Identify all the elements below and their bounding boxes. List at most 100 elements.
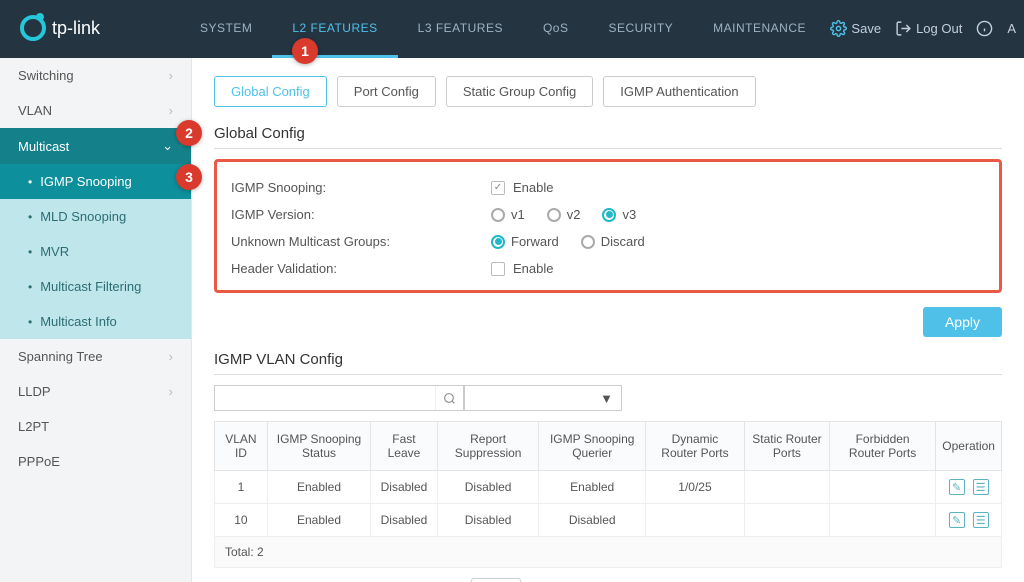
sidebar-item-label: Spanning Tree bbox=[18, 349, 103, 364]
sidebar-item-spanning[interactable]: Spanning Tree › bbox=[0, 339, 191, 374]
radio-v2[interactable]: v2 bbox=[547, 207, 581, 222]
search-input[interactable] bbox=[215, 386, 435, 410]
radio-forward[interactable]: Forward bbox=[491, 234, 559, 249]
table-cell: Disabled bbox=[539, 504, 646, 537]
sidebar-item-l2pt[interactable]: L2PT bbox=[0, 409, 191, 444]
radio-v1[interactable]: v1 bbox=[491, 207, 525, 222]
gear-icon bbox=[830, 20, 847, 37]
logo-text: tp-link bbox=[52, 18, 100, 39]
edit-icon[interactable]: ✎ bbox=[949, 479, 965, 495]
info-icon[interactable] bbox=[976, 20, 993, 37]
table-header: Forbidden Router Ports bbox=[829, 422, 935, 471]
table-cell: 1 bbox=[215, 471, 268, 504]
global-config-form: IGMP Snooping: ✓ Enable IGMP Version: v1… bbox=[214, 159, 1002, 293]
label-igmp-snooping: IGMP Snooping: bbox=[231, 180, 491, 195]
logout-button[interactable]: Log Out bbox=[895, 20, 962, 37]
sidebar-item-multicast[interactable]: Multicast ⌄ bbox=[0, 128, 191, 164]
table-cell bbox=[744, 471, 829, 504]
sidebar-item-pppoe[interactable]: PPPoE bbox=[0, 444, 191, 479]
nav-l3[interactable]: L3 FEATURES bbox=[398, 0, 523, 56]
table-header: IGMP Snooping Status bbox=[267, 422, 370, 471]
table-cell: Enabled bbox=[539, 471, 646, 504]
chevron-right-icon: › bbox=[169, 68, 173, 83]
tab-port-config[interactable]: Port Config bbox=[337, 76, 436, 107]
chevron-right-icon: › bbox=[169, 349, 173, 364]
table-cell: Disabled bbox=[371, 471, 438, 504]
search-icon bbox=[443, 392, 456, 405]
sidebar-sub-mld-snooping[interactable]: MLD Snooping bbox=[0, 199, 191, 234]
table-header: Report Suppression bbox=[437, 422, 539, 471]
chevron-right-icon: › bbox=[169, 384, 173, 399]
table-total: Total: 2 bbox=[215, 537, 1002, 568]
table-cell: ✎☰ bbox=[936, 471, 1002, 504]
table-cell: Disabled bbox=[437, 471, 539, 504]
table-cell bbox=[645, 504, 744, 537]
section-vlan-config: IGMP VLAN Config bbox=[214, 351, 1002, 375]
table-header: Operation bbox=[936, 422, 1002, 471]
sidebar-item-lldp[interactable]: LLDP › bbox=[0, 374, 191, 409]
radio-v3[interactable]: v3 bbox=[602, 207, 636, 222]
chevron-right-icon: › bbox=[169, 103, 173, 118]
sidebar-sub-multicast-filtering[interactable]: Multicast Filtering bbox=[0, 269, 191, 304]
table-header: Fast Leave bbox=[371, 422, 438, 471]
table-header: Dynamic Router Ports bbox=[645, 422, 744, 471]
sidebar: Switching › VLAN › Multicast ⌄ IGMP Snoopin… bbox=[0, 58, 192, 582]
chevron-down-icon: ▼ bbox=[600, 391, 613, 406]
table-cell bbox=[829, 504, 935, 537]
nav-maintenance[interactable]: MAINTENANCE bbox=[693, 0, 826, 56]
content: Global Config Port Config Static Group C… bbox=[192, 58, 1024, 582]
apply-button[interactable]: Apply bbox=[923, 307, 1002, 337]
table-header: VLAN ID bbox=[215, 422, 268, 471]
page-size-select[interactable]: 100▾ bbox=[471, 578, 521, 582]
table-header: Static Router Ports bbox=[744, 422, 829, 471]
logout-icon bbox=[895, 20, 912, 37]
logo: tp-link bbox=[0, 15, 180, 41]
table-cell: Disabled bbox=[437, 504, 539, 537]
tab-global-config[interactable]: Global Config bbox=[214, 76, 327, 107]
sidebar-item-label: Switching bbox=[18, 68, 74, 83]
table-cell: ✎☰ bbox=[936, 504, 1002, 537]
sidebar-item-label: PPPoE bbox=[18, 454, 60, 469]
sidebar-item-label: VLAN bbox=[18, 103, 52, 118]
checkbox-igmp-snooping[interactable]: ✓ bbox=[491, 181, 505, 195]
sidebar-item-vlan[interactable]: VLAN › bbox=[0, 93, 191, 128]
nav-system[interactable]: SYSTEM bbox=[180, 0, 272, 56]
radio-discard[interactable]: Discard bbox=[581, 234, 645, 249]
tab-bar: Global Config Port Config Static Group C… bbox=[214, 76, 1002, 107]
checkbox-header-validation[interactable] bbox=[491, 262, 505, 276]
chevron-down-icon: ⌄ bbox=[162, 138, 173, 154]
nav-qos[interactable]: QoS bbox=[523, 0, 589, 56]
save-button[interactable]: Save bbox=[830, 20, 881, 37]
vlan-table: VLAN IDIGMP Snooping StatusFast LeaveRep… bbox=[214, 421, 1002, 568]
sidebar-item-label: Multicast bbox=[18, 139, 69, 154]
opt-enable: Enable bbox=[513, 261, 553, 276]
table-header: IGMP Snooping Querier bbox=[539, 422, 646, 471]
nav-security[interactable]: SECURITY bbox=[588, 0, 693, 56]
table-cell bbox=[829, 471, 935, 504]
label-unknown-mc: Unknown Multicast Groups: bbox=[231, 234, 491, 249]
table-row[interactable]: 10EnabledDisabledDisabledDisabled✎☰ bbox=[215, 504, 1002, 537]
filter-dropdown[interactable]: ▼ bbox=[464, 385, 622, 411]
search-button[interactable] bbox=[435, 386, 463, 410]
sidebar-item-label: L2PT bbox=[18, 419, 49, 434]
label-header-validation: Header Validation: bbox=[231, 261, 491, 276]
sidebar-item-label: LLDP bbox=[18, 384, 51, 399]
table-row[interactable]: 1EnabledDisabledDisabledEnabled1/0/25✎☰ bbox=[215, 471, 1002, 504]
logout-label: Log Out bbox=[916, 21, 962, 36]
top-nav: SYSTEM L2 FEATURES L3 FEATURES QoS SECUR… bbox=[180, 0, 826, 56]
sidebar-sub-igmp-snooping[interactable]: IGMP Snooping bbox=[0, 164, 191, 199]
sidebar-sub-multicast-info[interactable]: Multicast Info bbox=[0, 304, 191, 339]
sidebar-sub-mvr[interactable]: MVR bbox=[0, 234, 191, 269]
edit-icon[interactable]: ✎ bbox=[949, 512, 965, 528]
save-label: Save bbox=[851, 21, 881, 36]
detail-icon[interactable]: ☰ bbox=[973, 479, 989, 495]
table-cell: Disabled bbox=[371, 504, 438, 537]
table-cell: 10 bbox=[215, 504, 268, 537]
callout-1: 1 bbox=[292, 38, 318, 64]
tab-igmp-auth[interactable]: IGMP Authentication bbox=[603, 76, 755, 107]
label-igmp-version: IGMP Version: bbox=[231, 207, 491, 222]
detail-icon[interactable]: ☰ bbox=[973, 512, 989, 528]
nav-l2[interactable]: L2 FEATURES bbox=[272, 0, 397, 56]
sidebar-item-switching[interactable]: Switching › bbox=[0, 58, 191, 93]
tab-static-group[interactable]: Static Group Config bbox=[446, 76, 593, 107]
